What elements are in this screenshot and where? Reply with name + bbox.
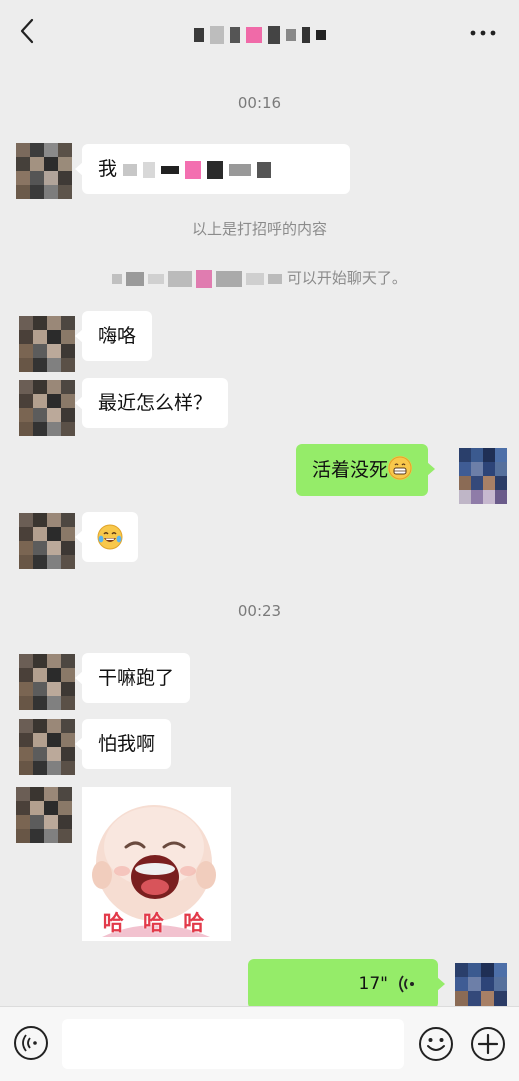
avatar[interactable] xyxy=(19,380,75,436)
chat-header xyxy=(0,0,519,62)
message-bubble[interactable] xyxy=(75,512,138,562)
message-text: 怕我啊 xyxy=(98,733,156,755)
message-bubble[interactable]: 嗨咯 xyxy=(74,311,153,361)
redacted-text xyxy=(112,269,283,288)
voice-message-bubble[interactable]: 17" xyxy=(248,959,445,1009)
grin-emoji-icon xyxy=(388,456,413,480)
message-bubble[interactable]: 怕我啊 xyxy=(74,719,172,769)
my-avatar[interactable] xyxy=(455,963,507,1007)
system-message-text: 可以开始聊天了。 xyxy=(286,269,407,287)
avatar[interactable] xyxy=(19,719,75,775)
avatar[interactable] xyxy=(16,787,72,843)
my-avatar[interactable] xyxy=(459,448,507,504)
chat-title-redacted xyxy=(150,20,370,50)
message-bubble[interactable]: 最近怎么样？ xyxy=(74,378,229,428)
message-input[interactable] xyxy=(62,1019,404,1069)
avatar[interactable] xyxy=(19,513,75,569)
message-text: 我 xyxy=(98,158,118,180)
more-button[interactable] xyxy=(469,24,497,36)
message-bubble-mine[interactable]: 活着没死 xyxy=(296,444,436,496)
system-message: 可以开始聊天了。 xyxy=(0,267,519,288)
voice-input-button[interactable] xyxy=(13,1025,49,1065)
message-text: 干嘛跑了 xyxy=(98,667,175,689)
tears-of-joy-emoji-icon xyxy=(97,524,123,550)
back-button[interactable] xyxy=(14,14,44,48)
redacted-text xyxy=(123,160,272,179)
emoji-icon xyxy=(419,1027,453,1061)
emoji-button[interactable] xyxy=(418,1026,454,1066)
avatar[interactable] xyxy=(16,143,72,199)
laughing-baby-sticker[interactable]: 哈 哈 哈 xyxy=(82,787,231,941)
timestamp: 00:23 xyxy=(237,602,282,620)
message-text: 活着没死 xyxy=(312,459,389,481)
plus-icon xyxy=(471,1027,505,1061)
chevron-left-icon xyxy=(20,18,34,44)
voice-duration: 17" xyxy=(358,974,388,994)
message-bubble[interactable]: 干嘛跑了 xyxy=(74,653,191,703)
input-toolbar xyxy=(0,1006,519,1081)
avatar[interactable] xyxy=(19,316,75,372)
message-bubble[interactable]: 我 xyxy=(75,144,350,194)
system-message: 以上是打招呼的内容 xyxy=(191,220,327,238)
message-text: 最近怎么样？ xyxy=(98,392,213,414)
voice-wave-icon xyxy=(399,975,414,993)
avatar[interactable] xyxy=(19,654,75,710)
plus-button[interactable] xyxy=(470,1026,506,1066)
voice-input-icon xyxy=(14,1026,48,1060)
more-dots-icon xyxy=(470,30,496,36)
message-text: 嗨咯 xyxy=(98,325,137,347)
timestamp: 00:16 xyxy=(237,94,282,112)
sticker-caption: 哈 哈 哈 xyxy=(102,911,211,935)
